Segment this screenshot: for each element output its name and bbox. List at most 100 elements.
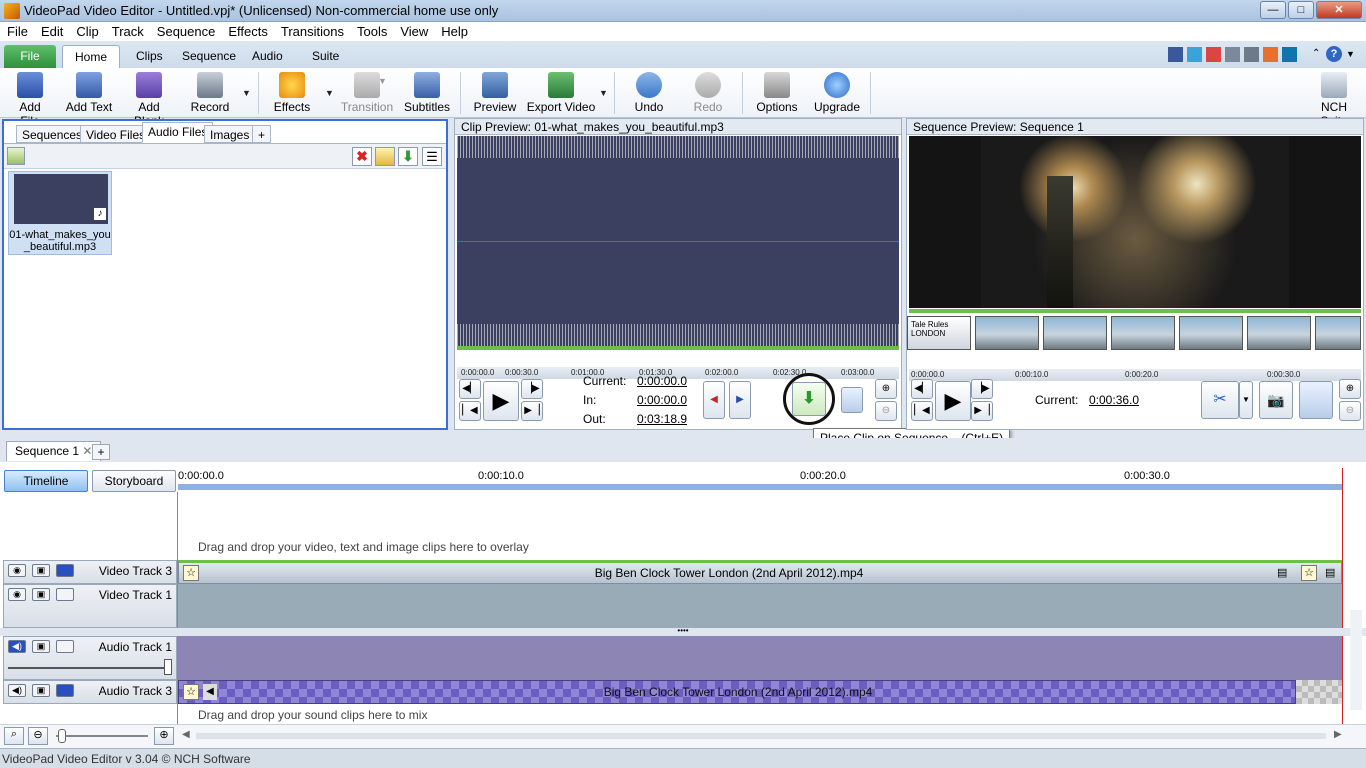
seq-step-back-button[interactable]: ◀▏ — [911, 379, 933, 399]
sequence-1-tab[interactable]: Sequence 1 ✕ — [6, 441, 102, 461]
tab-audio-files[interactable]: Audio Files — [142, 122, 214, 143]
seq-step-forward-button[interactable]: ▕▶ — [971, 379, 993, 399]
clip-end-menu-icon[interactable]: ▤ — [1325, 566, 1335, 579]
tab-video-files[interactable]: Video Files — [80, 125, 152, 143]
google-icon[interactable] — [1206, 47, 1221, 62]
clip-waveform[interactable] — [457, 136, 899, 346]
menu-track[interactable]: Track — [105, 22, 150, 39]
close-button[interactable]: ✕ — [1316, 1, 1362, 19]
speaker-icon[interactable]: ◀) — [8, 640, 26, 653]
linkedin-icon[interactable] — [1282, 47, 1297, 62]
vertical-scrollbar[interactable] — [1350, 610, 1362, 710]
lock-icon[interactable]: ▣ — [32, 684, 50, 697]
menu-help[interactable]: Help — [434, 22, 474, 39]
video-clip[interactable]: ☆ Big Ben Clock Tower London (2nd April … — [178, 560, 1342, 584]
options-button[interactable]: Options — [754, 70, 800, 116]
tab-sequences[interactable]: Sequences — [16, 125, 89, 143]
record-button[interactable]: Record — [188, 70, 232, 116]
stumble-icon[interactable] — [1263, 47, 1278, 62]
sequence-thumbnail[interactable]: Tale Rules LONDON — [907, 316, 971, 350]
seq-zoom-in-button[interactable]: ⊕ — [1339, 379, 1361, 399]
add-blank-button[interactable]: Add Blank — [122, 70, 176, 128]
zoom-fit-icon[interactable]: ⌕ — [4, 727, 24, 745]
sequence-play-button[interactable]: ▶ — [935, 381, 971, 421]
menu-file[interactable]: File — [0, 22, 34, 39]
tab-audio[interactable]: Audio — [240, 45, 295, 68]
menu-sequence[interactable]: Sequence — [150, 22, 222, 39]
tab-home[interactable]: Home — [62, 45, 121, 68]
go-start-button[interactable]: ▏◀ — [459, 401, 481, 421]
twitter-icon[interactable] — [1187, 47, 1202, 62]
transition-dropdown-icon[interactable]: ▼ — [378, 76, 387, 86]
timeline-zoom-in-icon[interactable]: ⊕ — [154, 727, 174, 745]
record-dropdown-icon[interactable]: ▼ — [242, 88, 251, 98]
playhead-line[interactable] — [1342, 468, 1343, 732]
menu-transitions[interactable]: Transitions — [274, 22, 350, 39]
effects-dropdown-icon[interactable]: ▼ — [325, 88, 334, 98]
lock-icon[interactable]: ▣ — [32, 588, 50, 601]
zoom-slider-handle[interactable] — [58, 729, 66, 743]
new-folder-icon[interactable] — [375, 147, 395, 166]
menu-effects[interactable]: Effects — [221, 22, 274, 39]
clip-menu-icon[interactable]: ▤ — [1277, 566, 1287, 579]
lock-icon[interactable]: ▣ — [32, 640, 50, 653]
zoom-out-button[interactable]: ⊖ — [875, 401, 897, 421]
add-text-button[interactable]: Add Text — [64, 70, 114, 116]
nch-suite-button[interactable]: NCH Suite — [1306, 70, 1362, 128]
timeline-ruler[interactable]: 0:00:00.0 0:00:10.0 0:00:20.0 0:00:30.0 — [178, 468, 1342, 490]
sequence-thumbnail[interactable] — [1043, 316, 1107, 350]
remove-icon[interactable]: ✖ — [352, 147, 372, 166]
maximize-button[interactable]: □ — [1288, 1, 1314, 19]
help-dropdown-icon[interactable]: ▼ — [1346, 49, 1355, 59]
volume-slider[interactable] — [8, 667, 172, 669]
eye-icon[interactable]: ◉ — [8, 564, 26, 577]
eye-icon[interactable]: ◉ — [8, 588, 26, 601]
folder-up-icon[interactable] — [7, 147, 25, 165]
add-to-sequence-star-button[interactable] — [841, 387, 863, 413]
tab-suite[interactable]: Suite — [300, 45, 351, 68]
audio-track-1-lane[interactable] — [178, 636, 1342, 680]
set-out-button[interactable]: ▶ — [729, 381, 751, 419]
split-dropdown-button[interactable]: ▼ — [1239, 381, 1253, 419]
lock-icon[interactable]: ▣ — [32, 564, 50, 577]
sequence-thumbnail[interactable] — [1179, 316, 1243, 350]
tab-images[interactable]: Images — [204, 125, 256, 143]
track-mode-icon[interactable] — [56, 564, 74, 577]
audio-clip[interactable]: ☆ ◀ Big Ben Clock Tower London (2nd Apri… — [178, 680, 1296, 704]
scroll-left-arrow[interactable]: ◀ — [182, 729, 190, 740]
scroll-right-arrow[interactable]: ▶ — [1334, 729, 1342, 740]
timeline-view-button[interactable]: Timeline — [4, 470, 88, 492]
sequence-video-frame[interactable] — [909, 136, 1361, 308]
track-mode-icon[interactable] — [56, 640, 74, 653]
track-mode-icon[interactable] — [56, 684, 74, 697]
export-video-button[interactable]: Export Video — [526, 70, 596, 116]
subtitles-button[interactable]: Subtitles — [404, 70, 450, 116]
tab-sequence[interactable]: Sequence — [170, 45, 248, 68]
add-sequence-tab[interactable]: + — [92, 444, 110, 460]
tab-file[interactable]: File — [4, 45, 56, 68]
sequence-thumbnail[interactable] — [1315, 316, 1361, 350]
menu-view[interactable]: View — [393, 22, 434, 39]
share-icon[interactable] — [1225, 47, 1240, 62]
sequence-add-button[interactable] — [1299, 381, 1333, 419]
timeline-zoom-out-icon[interactable]: ⊖ — [28, 727, 48, 745]
list-view-icon[interactable]: ☰ — [422, 147, 442, 166]
minimize-button[interactable]: — — [1260, 1, 1286, 19]
clip-current-time[interactable]: 0:00:00.0 — [637, 374, 687, 388]
clip-out-time[interactable]: 0:03:18.9 — [637, 412, 687, 426]
menu-clip[interactable]: Clip — [69, 22, 104, 39]
tab-clips[interactable]: Clips — [124, 45, 175, 68]
seq-go-start-button[interactable]: ▏◀ — [911, 401, 933, 421]
export-dropdown-icon[interactable]: ▼ — [599, 88, 608, 98]
set-in-button[interactable]: ◀ — [703, 381, 725, 419]
track-splitter[interactable]: •••• — [0, 627, 1366, 636]
zoom-slider[interactable] — [56, 735, 148, 737]
sequence-thumbnail[interactable] — [1111, 316, 1175, 350]
effects-button[interactable]: Effects — [270, 70, 314, 116]
storyboard-view-button[interactable]: Storyboard — [92, 470, 176, 492]
track-mode-icon[interactable] — [56, 588, 74, 601]
volume-slider-handle[interactable] — [164, 659, 172, 675]
sequence-current-time[interactable]: 0:00:36.0 — [1089, 393, 1139, 407]
redo-button[interactable]: Redo — [688, 70, 728, 116]
clip-in-time[interactable]: 0:00:00.0 — [637, 393, 687, 407]
